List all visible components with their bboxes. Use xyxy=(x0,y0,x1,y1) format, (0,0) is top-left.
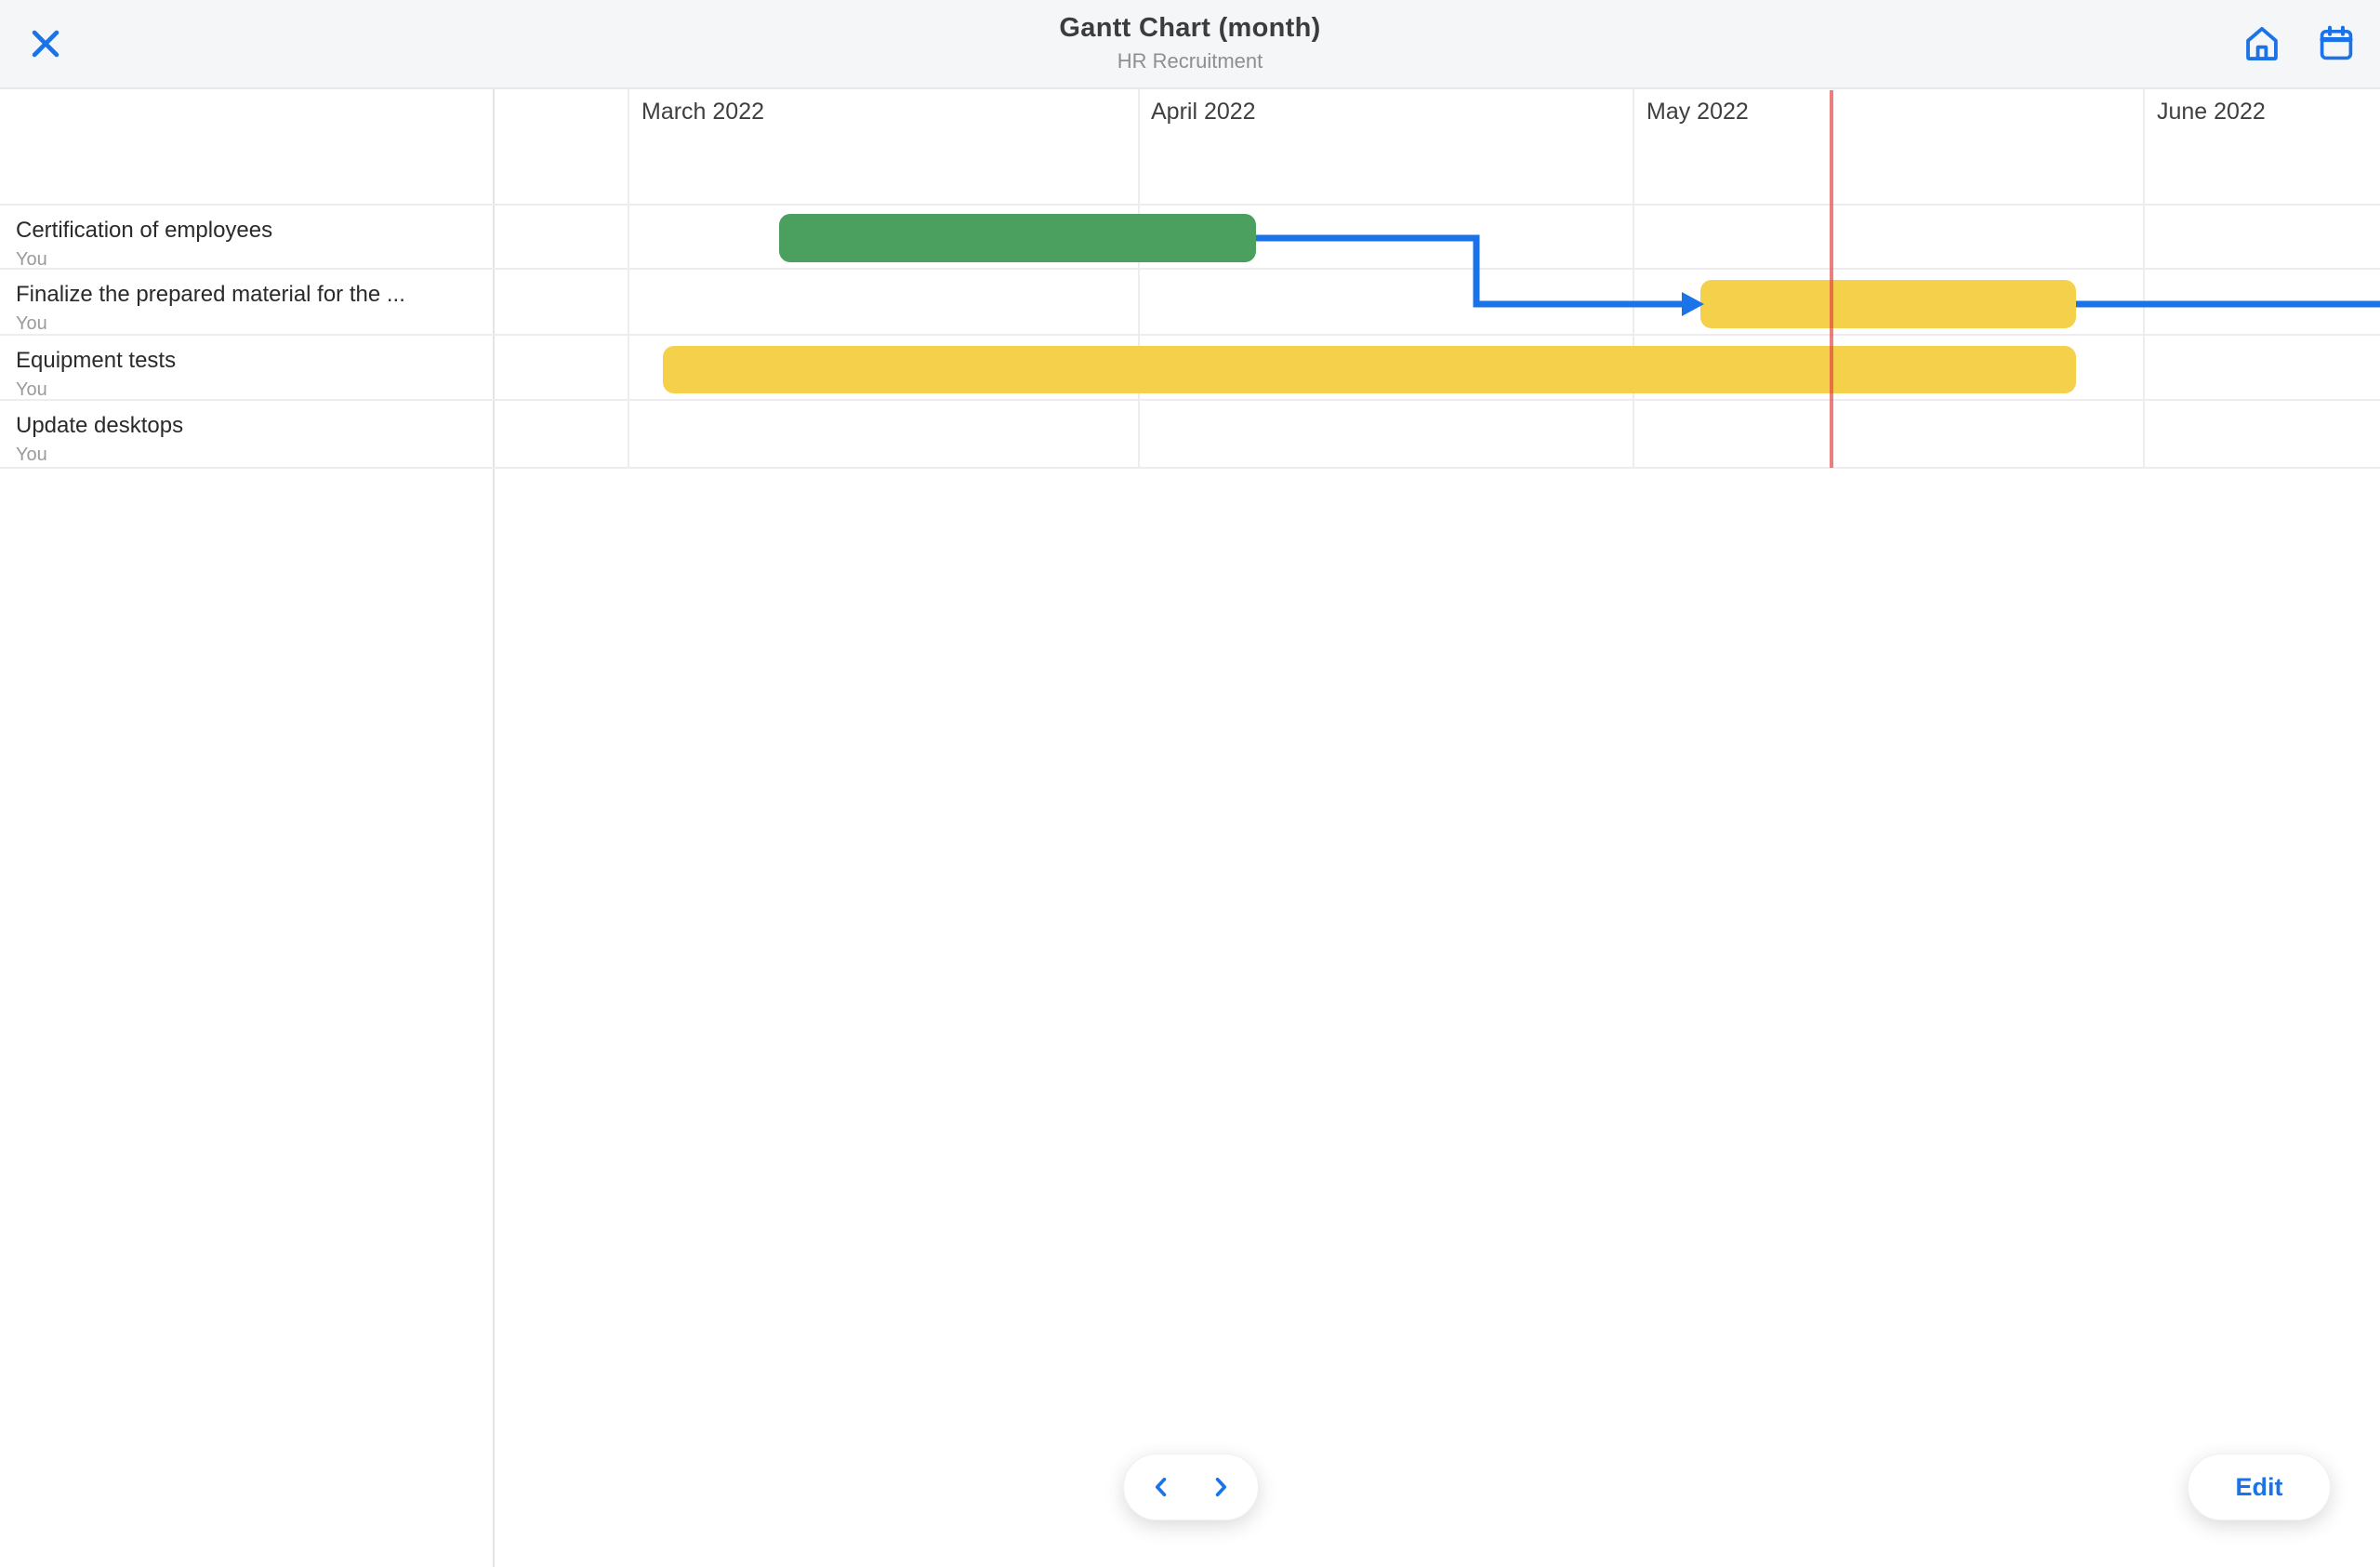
month-label: April 2022 xyxy=(1151,99,1256,126)
task-row[interactable]: Equipment tests You xyxy=(0,335,492,400)
home-icon xyxy=(2241,22,2283,65)
sidebar-divider xyxy=(493,89,495,1567)
task-name: Equipment tests xyxy=(16,348,481,374)
chevron-left-icon xyxy=(1145,1471,1177,1503)
page-subtitle: HR Recruitment xyxy=(0,49,2380,73)
header-titles: Gantt Chart (month) HR Recruitment xyxy=(0,13,2380,73)
month-nav xyxy=(1123,1454,1259,1521)
timeline-column-line xyxy=(2143,89,2145,468)
app-header: Gantt Chart (month) HR Recruitment xyxy=(0,0,2380,89)
task-row[interactable]: Certification of employees You xyxy=(0,205,492,269)
month-label: March 2022 xyxy=(641,99,764,126)
task-bar[interactable] xyxy=(1700,280,2076,328)
today-marker-line xyxy=(1830,90,1833,468)
calendar-button[interactable] xyxy=(2311,19,2361,69)
task-name: Finalize the prepared material for the .… xyxy=(16,282,481,308)
edit-button[interactable]: Edit xyxy=(2188,1454,2331,1521)
page-title: Gantt Chart (month) xyxy=(0,13,2380,44)
timeline-column-line xyxy=(628,89,629,468)
month-label: May 2022 xyxy=(1646,99,1749,126)
prev-month-button[interactable] xyxy=(1134,1454,1188,1520)
home-button[interactable] xyxy=(2237,19,2287,69)
dependency-line xyxy=(1256,238,1682,304)
task-name: Update desktops xyxy=(16,413,481,439)
edit-button-label: Edit xyxy=(2236,1473,2283,1502)
close-icon xyxy=(26,24,65,63)
gantt-chart-area: March 2022 April 2022 May 2022 June 2022 Cer… xyxy=(0,0,2380,1567)
timeline-column-line xyxy=(1633,89,1634,468)
task-assignee: You xyxy=(16,445,481,466)
task-name: Certification of employees xyxy=(16,218,481,244)
task-assignee: You xyxy=(16,249,481,271)
task-assignee: You xyxy=(16,313,481,335)
task-row[interactable]: Finalize the prepared material for the .… xyxy=(0,269,492,335)
calendar-icon xyxy=(2316,23,2357,64)
task-bar[interactable] xyxy=(779,214,1256,262)
task-assignee: You xyxy=(16,379,481,401)
task-bar[interactable] xyxy=(663,346,2076,393)
task-row[interactable]: Update desktops You xyxy=(0,400,492,468)
chevron-right-icon xyxy=(1205,1471,1236,1503)
timeline-column-line xyxy=(1138,89,1140,468)
month-label: June 2022 xyxy=(2157,99,2266,126)
close-button[interactable] xyxy=(19,17,73,71)
next-month-button[interactable] xyxy=(1194,1454,1248,1520)
